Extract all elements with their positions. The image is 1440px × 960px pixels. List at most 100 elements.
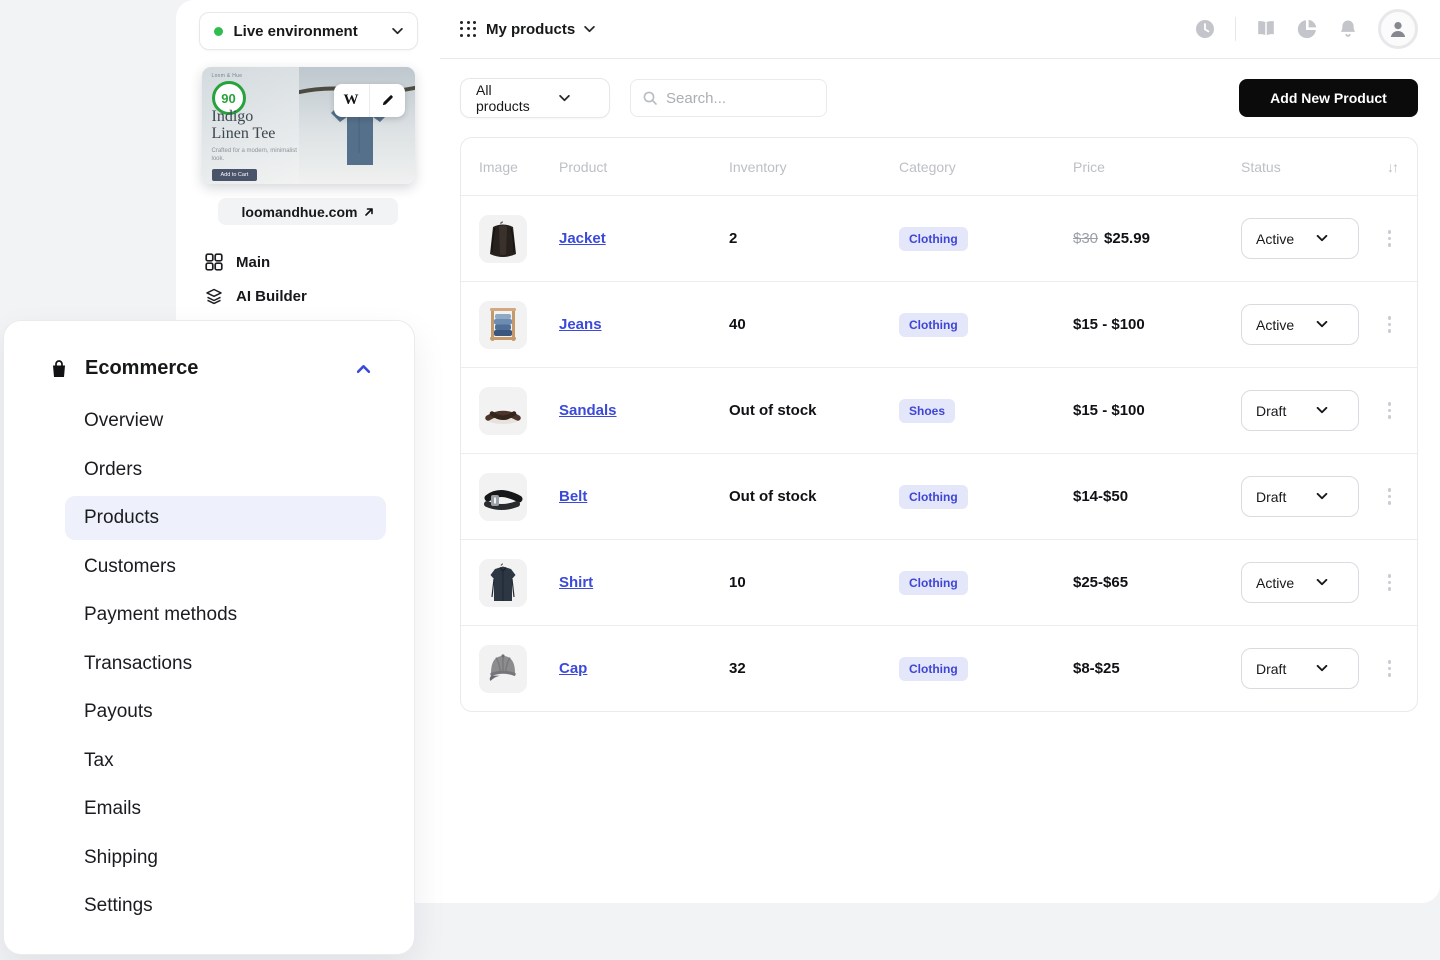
ecommerce-menu-item[interactable]: Customers: [65, 545, 386, 589]
workspace-switcher[interactable]: My products: [460, 21, 595, 38]
pie-chart-icon[interactable]: [1296, 18, 1318, 40]
sidebar-item-label: AI Builder: [236, 288, 307, 305]
add-new-product-button[interactable]: Add New Product: [1239, 79, 1418, 117]
status-value: Active: [1256, 231, 1300, 247]
row-menu-button[interactable]: [1384, 570, 1396, 595]
ecommerce-menu-item[interactable]: Overview: [65, 399, 386, 443]
ecommerce-menu-item-label: Transactions: [84, 653, 192, 675]
product-image-cell: [461, 215, 559, 263]
wordmark-button[interactable]: W: [334, 84, 369, 117]
row-menu-button[interactable]: [1384, 656, 1396, 681]
ecommerce-menu-item-label: Orders: [84, 459, 142, 481]
apps-grid-icon: [460, 21, 477, 38]
ecommerce-menu-item[interactable]: Payouts: [65, 690, 386, 734]
chevron-down-icon: [1300, 321, 1344, 328]
product-link[interactable]: Shirt: [559, 574, 593, 591]
price-value: $15 - $100: [1073, 402, 1145, 419]
bell-icon[interactable]: [1337, 18, 1359, 40]
ecommerce-menu-item-label: Emails: [84, 798, 141, 820]
category-cell: Clothing: [899, 485, 1073, 509]
chevron-up-icon[interactable]: [357, 364, 370, 373]
status-select[interactable]: Active: [1241, 562, 1359, 603]
product-link[interactable]: Belt: [559, 488, 587, 505]
status-select[interactable]: Draft: [1241, 476, 1359, 517]
sidebar-item-ai-builder[interactable]: AI Builder: [205, 279, 440, 313]
status-cell: Draft: [1241, 648, 1417, 689]
environment-selector[interactable]: Live environment: [199, 12, 418, 50]
product-cell: Sandals: [559, 402, 729, 420]
status-select[interactable]: Draft: [1241, 648, 1359, 689]
status-select[interactable]: Active: [1241, 304, 1359, 345]
ecommerce-menu-item[interactable]: Products: [65, 496, 386, 540]
ecommerce-menu-item[interactable]: Shipping: [65, 836, 386, 880]
add-to-cart-button[interactable]: Add to Cart: [212, 169, 258, 181]
ecommerce-menu-item[interactable]: Orders: [65, 448, 386, 492]
site-domain-label: loomandhue.com: [242, 204, 358, 220]
ecommerce-menu-item[interactable]: Tax: [65, 739, 386, 783]
ecommerce-menu-item[interactable]: Transactions: [65, 642, 386, 686]
price-cell: $8-$25: [1073, 660, 1241, 678]
price-value: $25.99: [1104, 230, 1150, 247]
product-image-cell: [461, 387, 559, 435]
main-header: My products: [440, 0, 1440, 59]
book-icon[interactable]: [1255, 18, 1277, 40]
product-link[interactable]: Sandals: [559, 402, 617, 419]
price-cell: $14-$50: [1073, 488, 1241, 506]
product-link[interactable]: Jeans: [559, 316, 602, 333]
product-thumbnail: [479, 645, 527, 693]
clock-icon[interactable]: [1194, 18, 1216, 40]
inventory-cell: 2: [729, 230, 899, 248]
product-thumbnail: [479, 215, 527, 263]
site-preview-card[interactable]: Loom & Hue 90 Indigo Linen Tee Crafted f…: [202, 67, 415, 184]
sort-icon[interactable]: ↓↑: [1387, 159, 1397, 175]
column-header-category: Category: [899, 159, 1073, 175]
category-badge: Clothing: [899, 485, 968, 509]
ecommerce-panel-header[interactable]: Ecommerce: [4, 357, 414, 380]
search-input[interactable]: [666, 90, 814, 107]
product-cell: Belt: [559, 488, 729, 506]
ecommerce-menu-item-label: Settings: [84, 895, 153, 917]
category-badge: Clothing: [899, 313, 968, 337]
price-value: $15 - $100: [1073, 316, 1145, 333]
row-menu-button[interactable]: [1384, 484, 1396, 509]
ecommerce-menu-item[interactable]: Emails: [65, 787, 386, 831]
category-badge: Clothing: [899, 227, 968, 251]
row-menu-button[interactable]: [1384, 312, 1396, 337]
column-header-product: Product: [559, 159, 729, 175]
inventory-cell: Out of stock: [729, 402, 899, 420]
status-cell: Draft: [1241, 476, 1417, 517]
row-menu-button[interactable]: [1384, 398, 1396, 423]
site-preview-copy: Loom & Hue 90 Indigo Linen Tee Crafted f…: [212, 73, 304, 181]
site-preview-brand: Loom & Hue: [212, 73, 304, 79]
arrow-up-right-icon: [364, 207, 374, 217]
product-link[interactable]: Jacket: [559, 230, 606, 247]
price-cell: $15 - $100: [1073, 316, 1241, 334]
edit-site-button[interactable]: [369, 84, 405, 117]
preview-toolbar: W: [334, 84, 405, 117]
status-value: Active: [1256, 575, 1300, 591]
products-content: All products Add New Product Image Produ…: [440, 59, 1440, 903]
inventory-value: 40: [729, 316, 746, 333]
site-domain-link[interactable]: loomandhue.com: [218, 198, 398, 225]
product-filter-select[interactable]: All products: [460, 78, 610, 118]
status-select[interactable]: Draft: [1241, 390, 1359, 431]
inventory-cell: 40: [729, 316, 899, 334]
ecommerce-menu-item[interactable]: Settings: [65, 884, 386, 928]
product-image-cell: [461, 473, 559, 521]
avatar-icon[interactable]: [1378, 9, 1418, 49]
ecommerce-menu-item-label: Payouts: [84, 701, 153, 723]
product-link[interactable]: Cap: [559, 660, 587, 677]
row-menu-button[interactable]: [1384, 226, 1396, 251]
sidebar-item-main[interactable]: Main: [205, 245, 440, 279]
product-cell: Jeans: [559, 316, 729, 334]
price-value: $14-$50: [1073, 488, 1128, 505]
category-cell: Clothing: [899, 313, 1073, 337]
ecommerce-menu-item-label: Overview: [84, 410, 163, 432]
ecommerce-menu-item-label: Payment methods: [84, 604, 237, 626]
ecommerce-menu-item[interactable]: Payment methods: [65, 593, 386, 637]
workspace-label: My products: [486, 21, 575, 38]
status-select[interactable]: Active: [1241, 218, 1359, 259]
table-row: Jacket 2 Clothing $30$25.99 Active: [461, 195, 1417, 281]
column-header-status: Status ↓↑: [1241, 159, 1417, 175]
wordmark-w-icon: W: [344, 92, 359, 109]
